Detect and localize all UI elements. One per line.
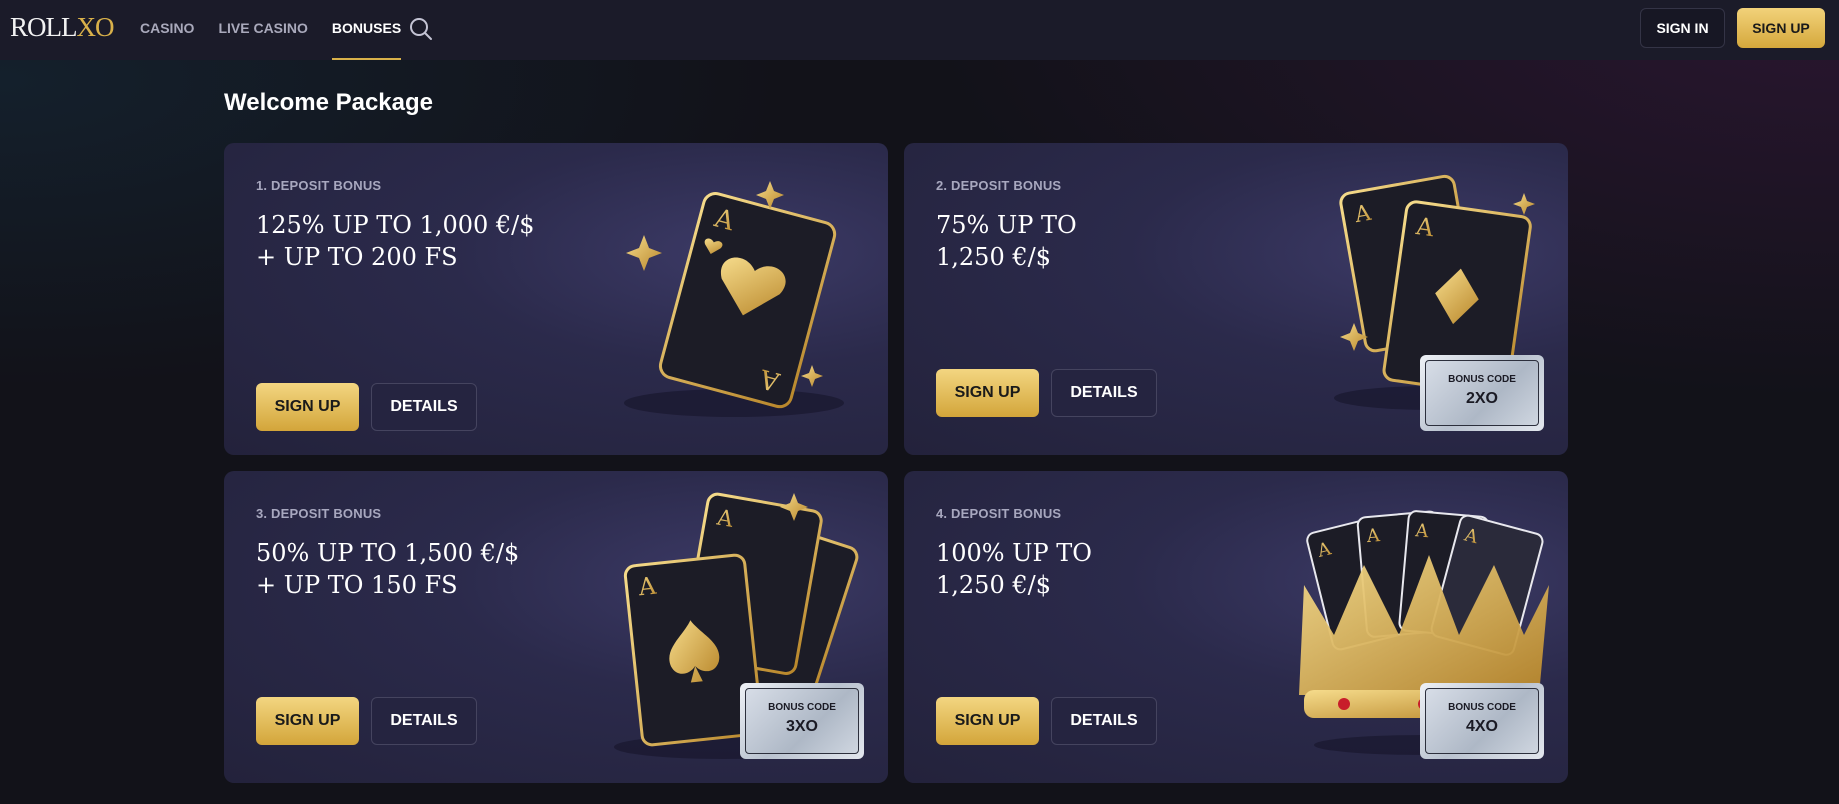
sign-up-button[interactable]: SIGN UP bbox=[936, 697, 1039, 745]
card-label: 4. DEPOSIT BONUS bbox=[936, 506, 1062, 521]
details-button[interactable]: DETAILS bbox=[1051, 697, 1157, 745]
sign-up-button[interactable]: SIGN UP bbox=[1737, 8, 1825, 48]
nav-live-casino[interactable]: LIVE CASINO bbox=[218, 0, 307, 60]
card-title: 100% UP TO 1,250 €/$ bbox=[936, 539, 1092, 599]
bonus-code-value: 3XO bbox=[785, 718, 818, 735]
deposit-bonus-card-2: 2. DEPOSIT BONUS 75% UP TO 1,250 €/$ A A… bbox=[904, 143, 1568, 455]
details-button[interactable]: DETAILS bbox=[371, 697, 477, 745]
deposit-bonus-card-4: 4. DEPOSIT BONUS 100% UP TO 1,250 €/$ A … bbox=[904, 471, 1568, 783]
details-button[interactable]: DETAILS bbox=[371, 383, 477, 431]
bonus-code-value: 2XO bbox=[1465, 390, 1498, 407]
nav-casino[interactable]: CASINO bbox=[140, 0, 194, 60]
ace-of-hearts-icon: A A bbox=[624, 181, 844, 417]
card-label: 2. DEPOSIT BONUS bbox=[936, 178, 1062, 193]
bonus-code-badge[interactable]: BONUS CODE 2XO bbox=[1420, 355, 1544, 431]
top-bar: ROLL XO CASINO LIVE CASINO BONUSES SIGN I… bbox=[0, 0, 1839, 60]
sign-up-button[interactable]: SIGN UP bbox=[256, 383, 359, 431]
deposit-bonus-card-3: 3. DEPOSIT BONUS 50% UP TO 1,500 €/$ + U… bbox=[224, 471, 888, 783]
logo-xo-text: XO bbox=[76, 12, 115, 42]
card-title: 125% UP TO 1,000 €/$ + UP TO 200 FS bbox=[256, 211, 535, 271]
svg-text:A: A bbox=[636, 572, 658, 602]
bonus-code-badge[interactable]: BONUS CODE 4XO bbox=[1420, 683, 1544, 759]
bonus-code-label: BONUS CODE bbox=[768, 702, 836, 713]
sign-up-button[interactable]: SIGN UP bbox=[936, 369, 1039, 417]
sign-up-button[interactable]: SIGN UP bbox=[256, 697, 359, 745]
bonus-code-value: 4XO bbox=[1465, 718, 1498, 735]
logo-roll-text: ROLL bbox=[10, 12, 77, 42]
details-button[interactable]: DETAILS bbox=[1051, 369, 1157, 417]
bonus-code-badge[interactable]: BONUS CODE 3XO bbox=[740, 683, 864, 759]
page-title: Welcome Package bbox=[224, 89, 434, 116]
bonus-code-label: BONUS CODE bbox=[1448, 702, 1516, 713]
rollxo-logo[interactable]: ROLL XO bbox=[10, 12, 115, 43]
search-icon[interactable] bbox=[408, 16, 434, 42]
card-label: 1. DEPOSIT BONUS bbox=[256, 178, 382, 193]
bonus-code-label: BONUS CODE bbox=[1448, 374, 1516, 385]
sign-in-button[interactable]: SIGN IN bbox=[1640, 8, 1725, 48]
main-nav: CASINO LIVE CASINO BONUSES bbox=[140, 0, 425, 60]
nav-bonuses[interactable]: BONUSES bbox=[331, 0, 402, 60]
card-title: 50% UP TO 1,500 €/$ + UP TO 150 FS bbox=[256, 539, 520, 599]
card-title: 75% UP TO 1,250 €/$ bbox=[936, 211, 1077, 271]
deposit-bonus-card-1: 1. DEPOSIT BONUS 125% UP TO 1,000 €/$ + … bbox=[224, 143, 888, 455]
card-label: 3. DEPOSIT BONUS bbox=[256, 506, 382, 521]
